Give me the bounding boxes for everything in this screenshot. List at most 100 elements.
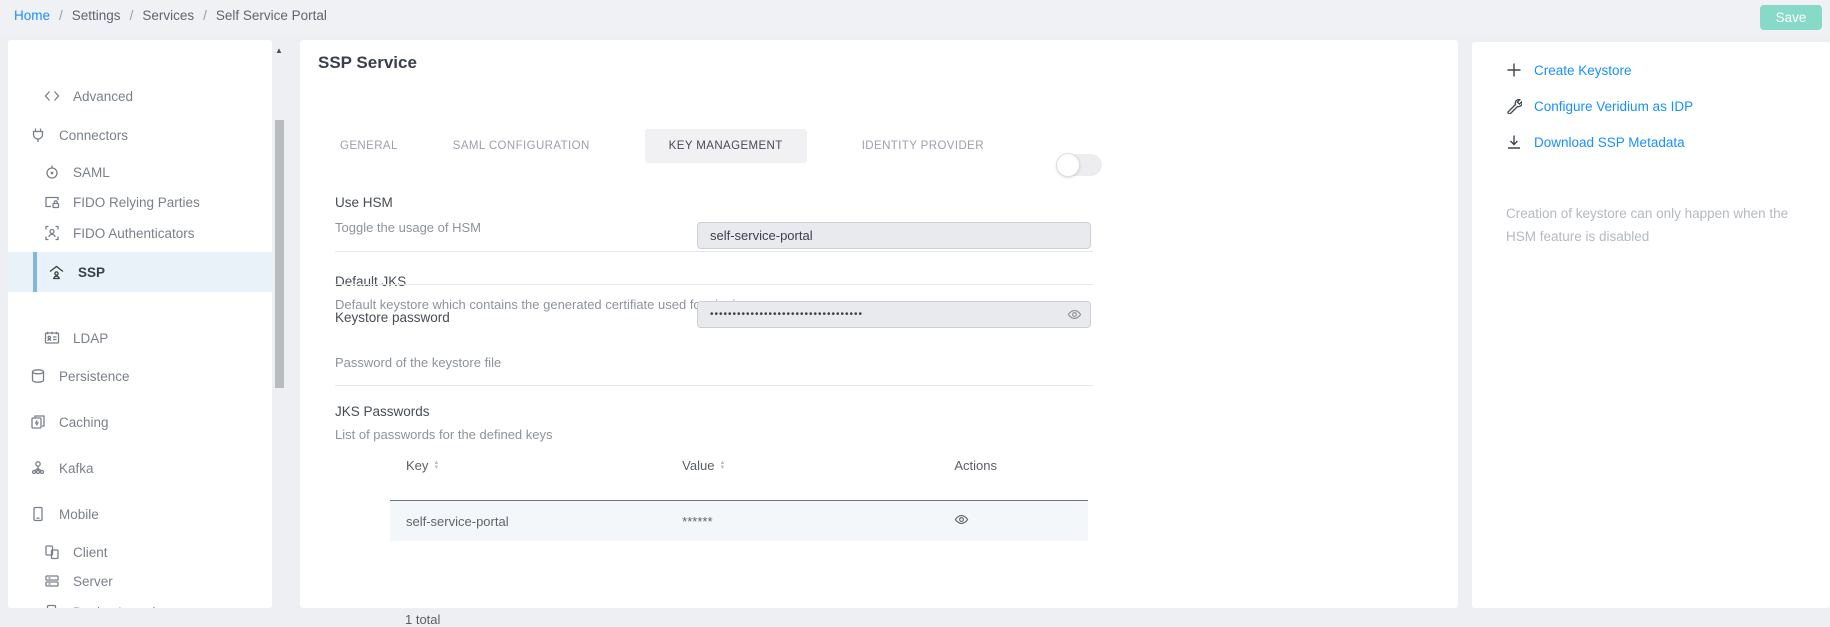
divider (335, 284, 1093, 285)
tab-bar: GENERAL SAML CONFIGURATION KEY MANAGEMEN… (340, 129, 984, 163)
row-key-cell: self-service-portal (406, 514, 509, 529)
keystore-password-input[interactable] (697, 301, 1091, 328)
tab-key-management[interactable]: KEY MANAGEMENT (645, 129, 807, 163)
sidebar-item-advanced[interactable]: Advanced (8, 83, 272, 109)
plug-icon (30, 127, 46, 143)
keystore-password-field (697, 301, 1091, 328)
sidebar-item-server[interactable]: Server (8, 568, 272, 594)
link-label: Configure Veridium as IDP (1534, 99, 1693, 114)
sidebar-item-label: Server (73, 574, 113, 589)
breadcrumb-separator: / (130, 8, 134, 23)
row-value-cell: ****** (682, 514, 712, 529)
link-label: Download SSP Metadata (1534, 135, 1685, 150)
default-jks-label: Default JKS (335, 274, 406, 289)
keystore-note: Creation of keystore can only happen whe… (1506, 202, 1806, 248)
breadcrumb-separator: / (203, 8, 207, 23)
jks-passwords-help: List of passwords for the defined keys (335, 427, 553, 442)
table-total-count: 1 total (405, 612, 440, 627)
link-label: Create Keystore (1534, 63, 1632, 78)
saml-icon (44, 164, 60, 180)
sidebar-item-persistence[interactable]: Persistence (8, 363, 272, 389)
sidebar-item-label: LDAP (73, 331, 108, 346)
download-icon (1506, 134, 1522, 150)
sort-icon[interactable]: ▲▼ (719, 458, 725, 473)
sidebar-item-fido-relying-parties[interactable]: FIDO Relying Parties (8, 189, 272, 215)
sidebar-item-label: FIDO Authenticators (73, 226, 195, 241)
breadcrumb-separator: / (59, 8, 63, 23)
database-icon (30, 368, 46, 384)
sidebar-item-label: SAML (73, 165, 110, 180)
breadcrumb-services[interactable]: Services (142, 8, 194, 23)
cache-icon (30, 414, 46, 430)
eye-icon[interactable] (954, 512, 969, 527)
create-keystore-link[interactable]: Create Keystore (1506, 62, 1632, 78)
breadcrumb: Home / Settings / Services / Self Servic… (14, 8, 327, 23)
breadcrumb-settings[interactable]: Settings (72, 8, 121, 23)
jks-passwords-table: Key ▲▼ Value ▲▼ Actions self-service-por… (390, 458, 1088, 541)
sidebar-item-label: Kafka (59, 461, 94, 476)
sidebar-item-kafka[interactable]: Kafka (8, 455, 272, 481)
keystore-password-label: Keystore password (335, 310, 450, 325)
sidebar-item-client[interactable]: Client (8, 539, 272, 565)
use-hsm-label: Use HSM (335, 195, 393, 210)
sidebar-item-saml[interactable]: SAML (8, 159, 272, 185)
sidebar-item-mobile[interactable]: Mobile (8, 501, 272, 527)
download-ssp-metadata-link[interactable]: Download SSP Metadata (1506, 134, 1685, 150)
plus-icon (1506, 62, 1522, 78)
sidebar-item-label: SSP (78, 265, 105, 280)
eye-icon[interactable] (1067, 307, 1082, 322)
keystore-password-help: Password of the keystore file (335, 355, 501, 370)
screen-lock-icon (44, 194, 60, 210)
sidebar-item-caching[interactable]: Caching (8, 409, 272, 435)
two-phones-icon (44, 544, 60, 560)
page-title: SSP Service (318, 53, 417, 73)
table-header: Key ▲▼ Value ▲▼ Actions (390, 458, 1088, 501)
sidebar-item-label: Client (73, 545, 108, 560)
wrench-icon (1506, 98, 1522, 114)
server-icon (44, 573, 60, 589)
sidebar-item-ldap[interactable]: LDAP (8, 325, 272, 351)
actions-panel: Create Keystore Configure Veridium as ID… (1472, 42, 1830, 608)
sidebar-item-label: Mobile (59, 507, 99, 522)
table-row: self-service-portal ****** (390, 501, 1088, 541)
use-hsm-help: Toggle the usage of HSM (335, 220, 481, 235)
face-scan-icon (44, 225, 60, 241)
id-card-icon (44, 330, 60, 346)
sidebar-item-connectors[interactable]: Connectors (8, 122, 272, 148)
sidebar-scrollbar[interactable] (275, 120, 284, 388)
sidebar-item-label: Persistence (59, 369, 130, 384)
sidebar-item-fido-authenticators[interactable]: FIDO Authenticators (8, 220, 272, 246)
code-icon (44, 88, 60, 104)
sidebar-item-label: Caching (59, 415, 109, 430)
tab-general[interactable]: GENERAL (340, 129, 398, 163)
column-header-key[interactable]: Key (406, 458, 428, 473)
phone-check-icon (44, 604, 60, 608)
tab-identity-provider[interactable]: IDENTITY PROVIDER (862, 129, 984, 163)
sidebar-item-ssp[interactable]: SSP (8, 252, 272, 292)
sidebar-item-label: FIDO Relying Parties (73, 195, 200, 210)
configure-veridium-idp-link[interactable]: Configure Veridium as IDP (1506, 98, 1693, 114)
network-icon (30, 460, 46, 476)
divider (335, 385, 1093, 386)
sidebar-item-label: Connectors (59, 128, 128, 143)
home-user-icon (48, 264, 65, 281)
column-header-actions: Actions (954, 458, 997, 473)
sidebar-item-label: Advanced (73, 89, 133, 104)
use-hsm-toggle[interactable] (1057, 154, 1102, 176)
phone-icon (30, 506, 46, 522)
sidebar-item-device-integrity[interactable]: Device Integrity (8, 599, 272, 608)
default-jks-input[interactable] (697, 222, 1091, 249)
main-content: SSP Service GENERAL SAML CONFIGURATION K… (300, 40, 1458, 608)
sort-icon[interactable]: ▲▼ (433, 458, 439, 473)
breadcrumb-home-link[interactable]: Home (14, 8, 50, 23)
save-button[interactable]: Save (1760, 5, 1822, 30)
sidebar-item-label: Device Integrity (73, 605, 166, 609)
top-bar: Home / Settings / Services / Self Servic… (0, 0, 1830, 36)
sidebar-scroll-up-arrow[interactable]: ▲ (272, 46, 286, 55)
column-header-value[interactable]: Value (682, 458, 714, 473)
divider (335, 251, 1093, 252)
sidebar-nav: Advanced Connectors SAML FIDO Relying Pa… (8, 40, 272, 608)
breadcrumb-current-page: Self Service Portal (216, 8, 327, 23)
toggle-knob (1056, 153, 1080, 177)
tab-saml-configuration[interactable]: SAML CONFIGURATION (453, 129, 590, 163)
